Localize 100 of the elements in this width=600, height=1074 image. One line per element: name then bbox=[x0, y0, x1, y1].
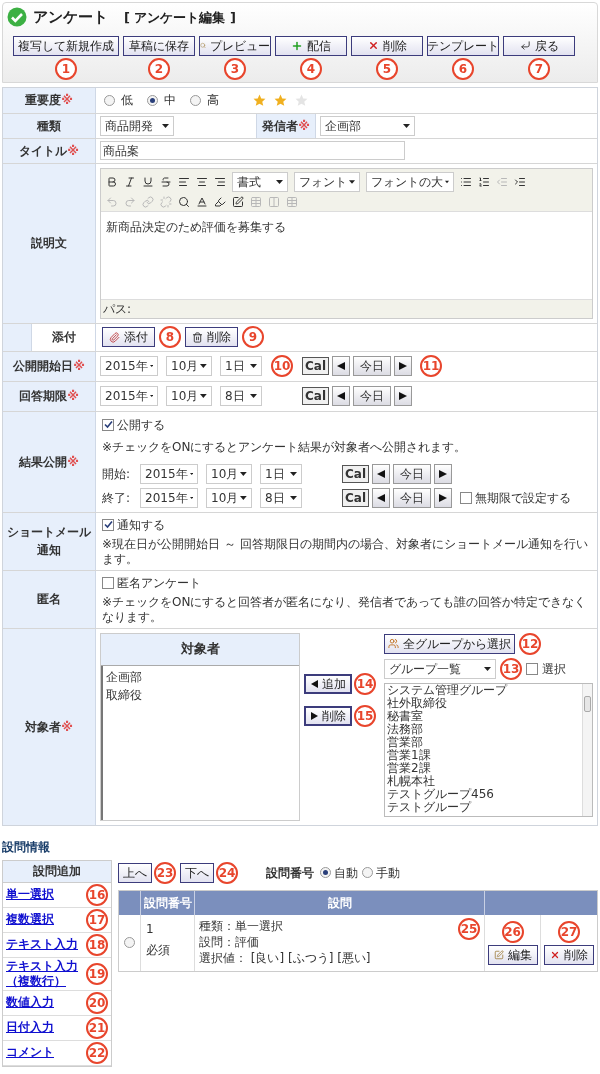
year-dropdown[interactable]: 2015年 bbox=[100, 356, 158, 376]
callout-number: 3 bbox=[224, 57, 246, 80]
group-list[interactable]: システム管理グループ 社外取締役 秘書室 法務部 営業部 営業1課 営業2課 札幌本社 テストグループ456 テストグループ bbox=[384, 682, 593, 817]
question-detail: 種類：単一選択 bbox=[199, 917, 284, 934]
month-dropdown[interactable]: 10月 bbox=[206, 463, 252, 484]
callout-number: 18 bbox=[86, 933, 108, 956]
callout-number: 7 bbox=[528, 57, 550, 80]
list-item[interactable]: 営業1課 bbox=[387, 748, 580, 762]
list-item[interactable]: 社外取締役 bbox=[387, 696, 580, 710]
list-item[interactable]: テストグループ456 bbox=[387, 787, 580, 801]
month-dropdown[interactable]: 10月 bbox=[166, 356, 212, 376]
checkbox-label: 公開する bbox=[117, 416, 165, 434]
callout-number: 13 bbox=[500, 657, 522, 680]
field-label: 種類 bbox=[37, 117, 61, 135]
calendar-button[interactable]: Cal bbox=[302, 387, 330, 405]
callout-number: 9 bbox=[242, 326, 264, 348]
attachment-button[interactable]: 添付 bbox=[102, 327, 155, 347]
title-field[interactable]: 商品案 bbox=[100, 141, 405, 160]
day-dropdown[interactable]: 8日 bbox=[220, 386, 262, 406]
calendar-button[interactable]: Cal bbox=[302, 357, 330, 375]
day-dropdown[interactable]: 8日 bbox=[260, 487, 302, 508]
option-label: 自動 bbox=[334, 864, 358, 882]
add-question-link[interactable]: 日付入力 bbox=[6, 1020, 54, 1035]
list-header: 対象者 bbox=[101, 633, 299, 666]
move-button[interactable]: 上へ bbox=[118, 862, 152, 883]
add-button[interactable]: 追加 bbox=[304, 673, 352, 694]
year-dropdown[interactable]: 2015年 bbox=[140, 487, 198, 508]
today-button[interactable]: 今日 bbox=[353, 356, 392, 376]
list-item[interactable]: 取締役 bbox=[106, 685, 296, 704]
add-question-link[interactable]: コメント bbox=[6, 1045, 54, 1060]
callout-number: 22 bbox=[86, 1041, 108, 1064]
question-detail: 選択値： [良い] [ふつう] [悪い] bbox=[199, 949, 371, 966]
callout-number: 23 bbox=[154, 861, 176, 884]
month-dropdown[interactable]: 10月 bbox=[206, 487, 252, 508]
section-title: 設問情報 bbox=[1, 838, 51, 856]
required-mark: ※ bbox=[67, 388, 79, 405]
field-label: タイトル bbox=[19, 142, 68, 160]
category-dropdown[interactable]: 商品開発 bbox=[100, 115, 174, 136]
field-label: 結果公開 bbox=[19, 453, 68, 471]
font-size-dropdown[interactable]: フォントの大 bbox=[366, 171, 454, 192]
add-question-link[interactable]: テキスト入力 bbox=[6, 937, 78, 952]
range-label: 開始: bbox=[102, 465, 132, 483]
list-item[interactable]: システム管理グループ bbox=[387, 683, 580, 697]
editor-body[interactable]: 新商品決定のため評価を募集する bbox=[101, 210, 592, 300]
field-label: ショートメール通知 bbox=[7, 524, 91, 559]
toolbar-button[interactable]: 複写して新規作成 bbox=[13, 35, 119, 56]
callout-number: 1 bbox=[55, 57, 77, 80]
add-question-link[interactable]: 数値入力 bbox=[6, 995, 54, 1010]
toolbar-button[interactable]: 草稿に保存 bbox=[123, 35, 195, 56]
format-dropdown[interactable]: 書式 bbox=[232, 171, 288, 192]
checkbox-label: 選択 bbox=[542, 660, 566, 678]
month-dropdown[interactable]: 10月 bbox=[166, 386, 212, 406]
list-item[interactable]: 法務部 bbox=[387, 722, 580, 736]
toolbar-button[interactable]: テンプレート bbox=[427, 35, 499, 56]
numbering-label: 設問番号 bbox=[266, 864, 314, 882]
panel-header: 設問追加 bbox=[3, 860, 111, 883]
today-button[interactable]: 今日 bbox=[353, 386, 392, 406]
move-button[interactable]: 下へ bbox=[180, 862, 214, 883]
add-question-link[interactable]: 単一選択 bbox=[6, 887, 54, 902]
font-dropdown[interactable]: フォント bbox=[294, 171, 360, 192]
toolbar-button[interactable]: 配信 bbox=[275, 35, 347, 56]
select-all-groups-button[interactable]: 全グループから選択 bbox=[384, 633, 515, 654]
add-question-link[interactable]: 複数選択 bbox=[6, 912, 54, 927]
option-label: 高 bbox=[207, 92, 219, 109]
toolbar-button[interactable]: 戻る bbox=[503, 35, 575, 56]
sender-dropdown[interactable]: 企画部 bbox=[320, 115, 415, 136]
option-label: 中 bbox=[164, 92, 176, 109]
attachment-button[interactable]: 削除 bbox=[185, 327, 238, 347]
callout-number: 16 bbox=[86, 883, 108, 906]
field-label: 重要度 bbox=[25, 92, 62, 109]
help-text: ※チェックをONにすると回答者が匿名になり、発信者であっても誰の回答か特定できなくなります。 bbox=[102, 594, 588, 625]
year-dropdown[interactable]: 2015年 bbox=[140, 463, 198, 484]
field-label: 添付 bbox=[51, 329, 76, 346]
callout-number: 24 bbox=[216, 861, 238, 884]
add-question-link[interactable]: テキスト入力（複数行） bbox=[6, 958, 84, 989]
list-item[interactable]: 営業部 bbox=[387, 735, 580, 749]
question-number: 1 bbox=[146, 920, 155, 938]
day-dropdown[interactable]: 1日 bbox=[260, 463, 302, 484]
help-text: ※現在日が公開開始日 ～ 回答期限日の期間内の場合、対象者にショートメール通知を行います。 bbox=[102, 536, 589, 567]
delete-button[interactable]: 削除 bbox=[544, 944, 594, 965]
list-item[interactable]: 企画部 bbox=[106, 667, 296, 686]
remove-button[interactable]: 削除 bbox=[304, 705, 352, 726]
year-dropdown[interactable]: 2015年 bbox=[100, 386, 158, 406]
edit-button[interactable]: 編集 bbox=[487, 944, 538, 965]
checkbox-label: 通知する bbox=[117, 516, 165, 534]
toolbar-button[interactable]: 削除 bbox=[351, 35, 423, 56]
list-item[interactable]: 営業2課 bbox=[387, 761, 580, 775]
list-item[interactable]: 秘書室 bbox=[387, 709, 580, 723]
required-mark: ※ bbox=[67, 453, 79, 471]
day-dropdown[interactable]: 1日 bbox=[220, 356, 262, 376]
group-dropdown[interactable]: グループ一覧 bbox=[384, 658, 496, 679]
calendar-button[interactable]: Cal bbox=[342, 488, 370, 507]
today-button[interactable]: 今日 bbox=[393, 463, 432, 484]
list-item[interactable]: テストグループ bbox=[387, 800, 580, 814]
calendar-button[interactable]: Cal bbox=[342, 464, 370, 483]
field-label: 発信者 bbox=[262, 117, 299, 135]
today-button[interactable]: 今日 bbox=[393, 487, 432, 508]
field-label: 説明文 bbox=[31, 235, 67, 252]
list-item[interactable]: 札幌本社 bbox=[387, 774, 580, 788]
toolbar-button[interactable]: プレビュー bbox=[199, 35, 271, 56]
